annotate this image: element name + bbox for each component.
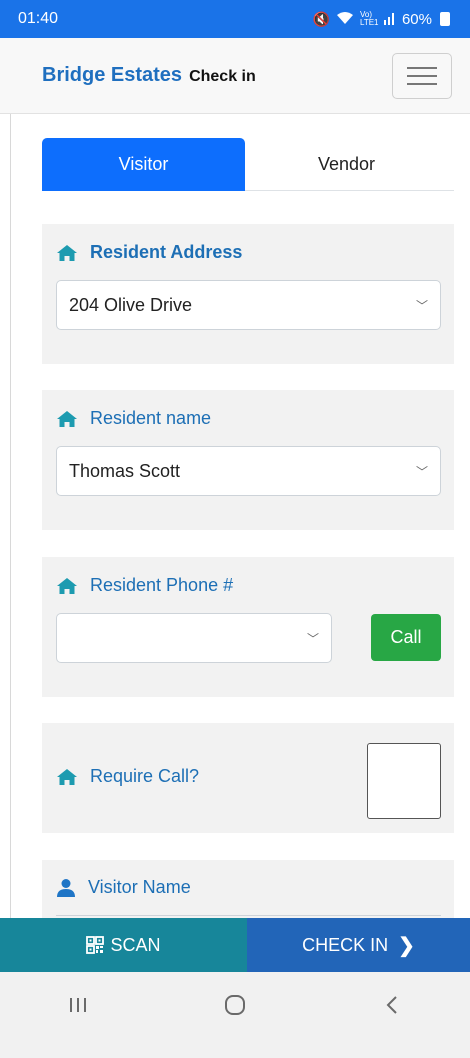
- resident-address-card: Resident Address 204 Olive Drive ﹀: [42, 224, 454, 364]
- action-bar: SCAN CHECK IN ❯: [0, 918, 470, 972]
- battery-icon: [440, 12, 450, 26]
- resident-address-label: Resident Address: [90, 242, 243, 262]
- system-nav-bar: [0, 972, 470, 1058]
- home-icon: [56, 768, 78, 786]
- app-header: Bridge Estates Check in: [0, 38, 470, 114]
- mute-icon: 🔇: [312, 10, 330, 27]
- brand[interactable]: Bridge Estates Check in: [42, 64, 256, 87]
- chevron-down-icon: ﹀: [306, 631, 319, 646]
- visitor-name-label-row: Visitor Name: [56, 877, 191, 898]
- call-button[interactable]: Call: [371, 614, 441, 661]
- network-label: Vo) LTE1: [359, 10, 379, 27]
- resident-address-label-row: Resident Address: [56, 242, 242, 263]
- scan-button[interactable]: SCAN: [0, 918, 247, 972]
- page-subtitle: Check in: [189, 68, 256, 85]
- visitor-name-label: Visitor Name: [88, 877, 191, 897]
- qr-code-icon: [86, 936, 105, 954]
- back-icon[interactable]: [362, 985, 422, 1025]
- resident-address-value: 204 Olive Drive: [69, 294, 193, 315]
- status-icons: 🔇 Vo) LTE1 60%: [313, 11, 450, 28]
- status-time: 01:40: [18, 10, 59, 27]
- edge-divider: [10, 114, 11, 918]
- resident-address-select[interactable]: 204 Olive Drive ﹀: [56, 280, 441, 330]
- recent-apps-icon[interactable]: [48, 985, 108, 1025]
- chevron-right-icon: ❯: [398, 934, 415, 957]
- require-call-label: Require Call?: [90, 766, 200, 786]
- brand-title: Bridge Estates: [42, 64, 183, 86]
- home-icon: [56, 410, 78, 428]
- tab-visitor[interactable]: Visitor: [42, 138, 245, 191]
- require-call-card: Require Call?: [42, 723, 454, 833]
- resident-phone-card: Resident Phone # ﹀ Call: [42, 557, 454, 697]
- resident-name-label-row: Resident name: [56, 408, 211, 429]
- battery-percent: 60%: [401, 10, 432, 28]
- user-icon: [56, 878, 76, 898]
- require-call-label-row: Require Call?: [56, 766, 199, 787]
- resident-name-select[interactable]: Thomas Scott ﹀: [56, 446, 441, 496]
- visitor-type-tabs: Visitor Vendor: [42, 138, 454, 191]
- check-in-label: CHECK IN: [302, 934, 389, 955]
- resident-phone-select[interactable]: ﹀: [56, 613, 332, 663]
- signal-icon: [383, 11, 396, 28]
- home-icon: [56, 244, 78, 262]
- resident-name-label: Resident name: [90, 408, 212, 428]
- status-bar: 01:40 🔇 Vo) LTE1 60%: [0, 0, 470, 38]
- home-button-icon[interactable]: [205, 985, 265, 1025]
- wifi-icon: [336, 11, 354, 28]
- home-icon: [56, 577, 78, 595]
- chevron-down-icon: ﹀: [415, 464, 428, 479]
- resident-name-card: Resident name Thomas Scott ﹀: [42, 390, 454, 530]
- require-call-checkbox[interactable]: [367, 743, 441, 819]
- scan-label: SCAN: [110, 934, 161, 955]
- resident-phone-label: Resident Phone #: [90, 575, 234, 595]
- resident-phone-label-row: Resident Phone #: [56, 575, 233, 596]
- menu-button[interactable]: [392, 52, 452, 99]
- check-in-button[interactable]: CHECK IN ❯: [247, 918, 470, 972]
- hamburger-icon: [407, 66, 437, 69]
- resident-name-value: Thomas Scott: [69, 460, 181, 481]
- chevron-down-icon: ﹀: [415, 298, 428, 313]
- tab-vendor[interactable]: Vendor: [245, 138, 448, 191]
- visitor-name-card: Visitor Name: [42, 860, 454, 918]
